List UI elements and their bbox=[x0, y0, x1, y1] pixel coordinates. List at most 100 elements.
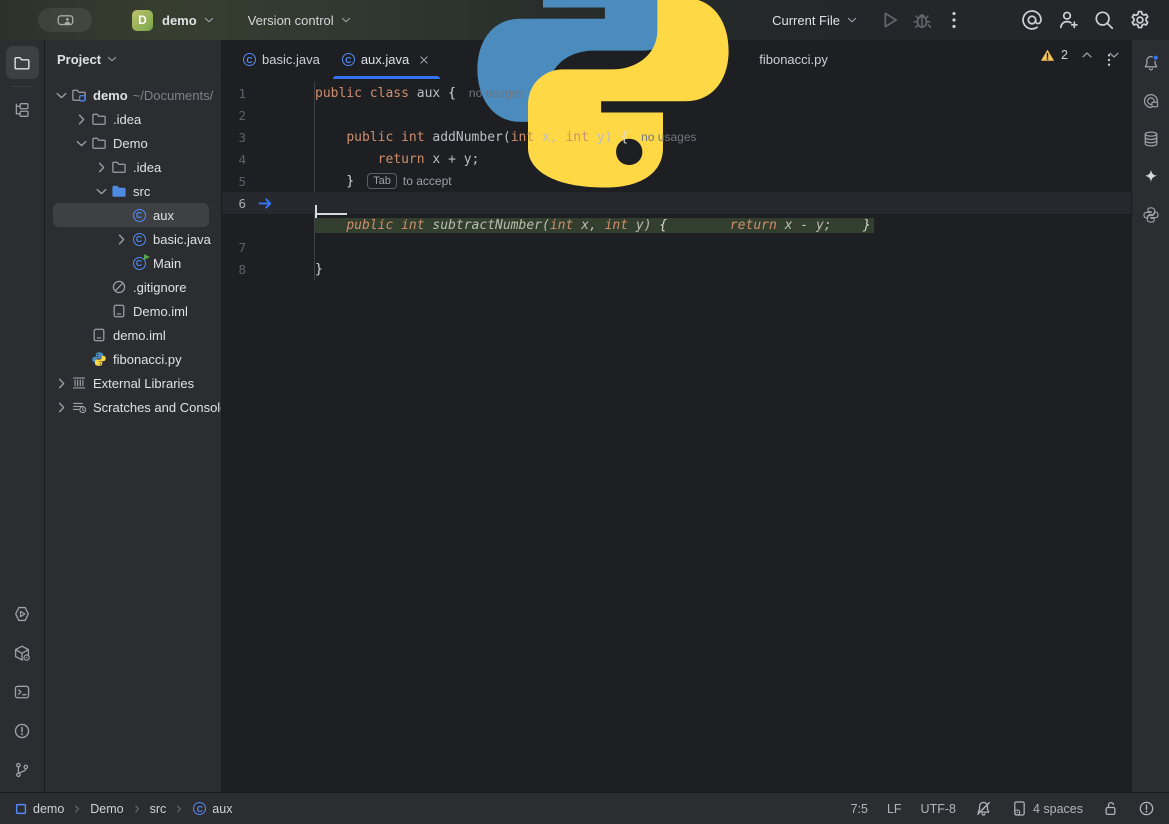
tab-accept-hint: to accept bbox=[403, 174, 452, 188]
prev-warning-icon[interactable] bbox=[1079, 47, 1095, 63]
settings-gear-icon[interactable] bbox=[1129, 9, 1151, 31]
breadcrumbs: demo Demo src Caux bbox=[14, 801, 232, 816]
ai-assistant-button[interactable] bbox=[1136, 162, 1166, 192]
project-avatar: D bbox=[132, 10, 153, 31]
module-icon bbox=[14, 802, 28, 816]
project-switcher[interactable]: demo bbox=[162, 13, 216, 28]
tree-item-label: Demo.iml bbox=[133, 304, 188, 319]
tree-item-label: basic.java bbox=[153, 232, 211, 247]
next-warning-icon[interactable] bbox=[1106, 47, 1122, 63]
chevron-right-icon[interactable] bbox=[53, 375, 70, 392]
tree-item-label: src bbox=[133, 184, 150, 199]
line-number: 8 bbox=[222, 262, 246, 277]
python-mono-icon bbox=[1142, 206, 1160, 224]
breadcrumb-demo[interactable]: demo bbox=[14, 802, 64, 816]
line-number: 4 bbox=[222, 152, 246, 167]
tree-item-label: .idea bbox=[113, 112, 141, 127]
folder-src-icon bbox=[111, 183, 127, 199]
more-tool-windows-button[interactable] bbox=[6, 132, 39, 165]
right-tool-stripe bbox=[1131, 40, 1169, 792]
tree-item-demo[interactable]: demo ~/Documents/ bbox=[53, 83, 209, 107]
tree-item-demo[interactable]: Demo bbox=[53, 131, 209, 155]
tree-item-external-libraries[interactable]: External Libraries bbox=[53, 371, 209, 395]
search-everywhere-icon[interactable] bbox=[1093, 9, 1115, 31]
breadcrumb-src[interactable]: src bbox=[150, 802, 167, 816]
chevron-right-icon[interactable] bbox=[113, 231, 130, 248]
indent-settings[interactable]: 4 spaces bbox=[1011, 800, 1083, 817]
tab-basic-java[interactable]: C basic.java bbox=[232, 40, 331, 79]
close-icon[interactable] bbox=[417, 53, 431, 67]
chevron-right-icon bbox=[71, 803, 83, 815]
run-icon[interactable] bbox=[879, 9, 901, 31]
tree-item-label: .gitignore bbox=[133, 280, 186, 295]
tree-item-src[interactable]: src bbox=[53, 179, 209, 203]
version-control-tool-window-button[interactable] bbox=[6, 753, 39, 786]
chevron-right-icon[interactable] bbox=[73, 111, 90, 128]
tab-label: aux.java bbox=[361, 52, 409, 67]
tree-item-main[interactable]: C Main bbox=[53, 251, 209, 275]
tree-item-scratches-and-consoles[interactable]: Scratches and Consoles bbox=[53, 395, 209, 419]
chevron-down-icon[interactable] bbox=[73, 135, 90, 152]
python-packages-tool-window-button[interactable] bbox=[1136, 200, 1166, 230]
stripe-divider bbox=[11, 86, 33, 87]
iml-file-icon bbox=[91, 327, 107, 343]
tree-item-fibonacci-py[interactable]: fibonacci.py bbox=[53, 347, 209, 371]
file-lock-icon[interactable] bbox=[1102, 800, 1119, 817]
tree-item-idea[interactable]: .idea bbox=[53, 155, 209, 179]
ide-window: D demo Version control Current File bbox=[0, 0, 1169, 824]
services-tool-window-button[interactable] bbox=[6, 597, 39, 630]
folder-icon bbox=[91, 111, 107, 127]
ai-assistant-icon[interactable] bbox=[1021, 9, 1043, 31]
tree-item-label: demo bbox=[93, 88, 128, 103]
debug-icon[interactable] bbox=[911, 9, 933, 31]
structure-tool-window-button[interactable] bbox=[6, 93, 39, 126]
scratches-icon bbox=[71, 399, 87, 415]
inspections-widget[interactable]: 2 bbox=[1040, 47, 1122, 63]
notifications-muted-icon[interactable] bbox=[975, 800, 992, 817]
tree-item-aux[interactable]: C aux bbox=[53, 203, 209, 227]
tab-aux-java[interactable]: C aux.java bbox=[331, 40, 442, 79]
folder-proj-icon bbox=[71, 87, 87, 103]
code-line: 2 bbox=[222, 104, 1131, 126]
project-panel-header[interactable]: Project bbox=[45, 40, 221, 78]
chevron-down-icon[interactable] bbox=[93, 183, 110, 200]
ai-chat-button[interactable] bbox=[1136, 86, 1166, 116]
line-separator[interactable]: LF bbox=[887, 802, 902, 816]
database-tool-window-button[interactable] bbox=[1136, 124, 1166, 154]
tree-item-label: demo.iml bbox=[113, 328, 166, 343]
no-usages-hint: no usages bbox=[469, 86, 524, 100]
file-encoding[interactable]: UTF-8 bbox=[921, 802, 956, 816]
tab-key-hint: Tab bbox=[367, 173, 397, 189]
library-icon bbox=[71, 375, 87, 391]
more-actions-icon[interactable] bbox=[943, 9, 965, 31]
screen-share-pill[interactable] bbox=[38, 8, 92, 32]
inspections-status-icon[interactable] bbox=[1138, 800, 1155, 817]
tab-label: basic.java bbox=[262, 52, 320, 67]
tree-item-gitignore[interactable]: .gitignore bbox=[53, 275, 209, 299]
tab-fibonacci-py[interactable]: fibonacci.py bbox=[442, 40, 839, 79]
editor-code[interactable]: 1 public class aux {no usages 2 3 public… bbox=[222, 80, 1131, 792]
caret-position[interactable]: 7:5 bbox=[851, 802, 868, 816]
terminal-tool-window-button[interactable] bbox=[6, 675, 39, 708]
chevron-down-icon[interactable] bbox=[53, 87, 70, 104]
code-with-me-icon[interactable] bbox=[1057, 9, 1079, 31]
breadcrumb-demo[interactable]: Demo bbox=[90, 802, 123, 816]
java-class-icon: C bbox=[192, 801, 207, 816]
project-name: demo bbox=[162, 13, 197, 28]
chevron-right-icon[interactable] bbox=[53, 399, 70, 416]
line-number: 1 bbox=[222, 86, 246, 101]
chevron-right-icon[interactable] bbox=[93, 159, 110, 176]
tree-item-demo-iml[interactable]: demo.iml bbox=[53, 323, 209, 347]
packages-tool-window-button[interactable] bbox=[6, 636, 39, 669]
tree-item-idea[interactable]: .idea bbox=[53, 107, 209, 131]
terminal-icon bbox=[13, 683, 31, 701]
vcs-widget[interactable]: Version control bbox=[248, 13, 353, 28]
chevron-down-icon bbox=[339, 13, 353, 27]
problems-tool-window-button[interactable] bbox=[6, 714, 39, 747]
breadcrumb-aux[interactable]: Caux bbox=[192, 801, 232, 816]
run-configuration-selector[interactable]: Current File bbox=[772, 13, 859, 28]
notifications-button[interactable] bbox=[1136, 48, 1166, 78]
tree-item-demo-iml[interactable]: Demo.iml bbox=[53, 299, 209, 323]
project-tool-window-button[interactable] bbox=[6, 46, 39, 79]
tree-item-basic-java[interactable]: C basic.java bbox=[53, 227, 209, 251]
